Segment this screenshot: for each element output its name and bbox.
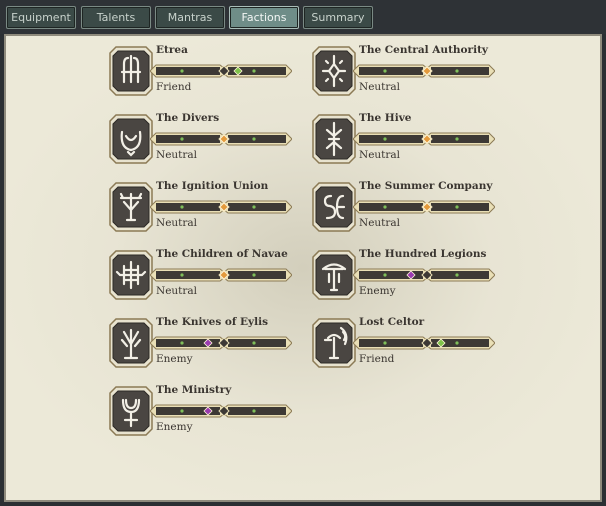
faction-entry-5[interactable]: The Ignition Union Neutral <box>108 180 298 240</box>
reputation-bar <box>150 268 292 282</box>
faction-standing: Friend <box>359 353 395 365</box>
faction-standing: Neutral <box>156 217 198 229</box>
faction-entry-9[interactable]: The Knives of Eylis Enemy <box>108 316 298 376</box>
tab-factions[interactable]: Factions <box>229 6 299 29</box>
reputation-bar <box>150 200 292 214</box>
faction-entry-6[interactable]: The Summer Company Neutral <box>311 180 501 240</box>
faction-name: Etrea <box>156 44 188 56</box>
faction-entry-7[interactable]: The Children of Navae Neutral <box>108 248 298 308</box>
faction-name: The Divers <box>156 112 220 124</box>
tab-talents[interactable]: Talents <box>81 6 151 29</box>
divers-emblem-icon <box>109 114 153 164</box>
faction-standing: Enemy <box>359 285 396 297</box>
faction-name: The Central Authority <box>359 44 489 56</box>
tab-summary[interactable]: Summary <box>303 6 373 29</box>
faction-entry-8[interactable]: The Hundred Legions Enemy <box>311 248 501 308</box>
faction-name: The Ministry <box>156 384 232 396</box>
faction-entry-4[interactable]: The Hive Neutral <box>311 112 501 172</box>
faction-standing: Friend <box>156 81 192 93</box>
faction-name: The Ignition Union <box>156 180 269 192</box>
faction-standing: Neutral <box>156 149 198 161</box>
reputation-bar <box>353 64 495 78</box>
reputation-bar <box>353 132 495 146</box>
faction-name: The Summer Company <box>359 180 493 192</box>
faction-entry-11[interactable]: The Ministry Enemy <box>108 384 298 444</box>
reputation-bar <box>353 200 495 214</box>
faction-entry-3[interactable]: The Divers Neutral <box>108 112 298 172</box>
faction-entry-1[interactable]: Etrea Friend <box>108 44 298 104</box>
tab-equipment[interactable]: Equipment <box>6 6 76 29</box>
faction-name: The Children of Navae <box>156 248 288 260</box>
knives-of-eylis-emblem-icon <box>109 318 153 368</box>
reputation-bar <box>150 336 292 350</box>
faction-standing: Neutral <box>359 81 401 93</box>
faction-name: The Knives of Eylis <box>156 316 269 328</box>
reputation-bar <box>353 268 495 282</box>
children-of-navae-emblem-icon <box>109 250 153 300</box>
factions-panel: Etrea Friend The Central Authority Neutr… <box>4 34 602 502</box>
reputation-bar <box>150 132 292 146</box>
tab-bar: Equipment Talents Mantras Factions Summa… <box>0 0 606 34</box>
faction-entry-2[interactable]: The Central Authority Neutral <box>311 44 501 104</box>
ministry-emblem-icon <box>109 386 153 436</box>
character-window: Equipment Talents Mantras Factions Summa… <box>0 0 606 506</box>
lost-celtor-emblem-icon <box>312 318 356 368</box>
reputation-bar <box>150 404 292 418</box>
faction-entry-10[interactable]: Lost Celtor Friend <box>311 316 501 376</box>
faction-standing: Enemy <box>156 353 193 365</box>
faction-standing: Neutral <box>359 149 401 161</box>
faction-standing: Neutral <box>156 285 198 297</box>
reputation-bar <box>150 64 292 78</box>
summer-company-emblem-icon <box>312 182 356 232</box>
tab-mantras[interactable]: Mantras <box>155 6 225 29</box>
faction-name: The Hive <box>359 112 412 124</box>
faction-name: Lost Celtor <box>359 316 425 328</box>
central-authority-emblem-icon <box>312 46 356 96</box>
hive-emblem-icon <box>312 114 356 164</box>
hundred-legions-emblem-icon <box>312 250 356 300</box>
faction-standing: Neutral <box>359 217 401 229</box>
faction-standing: Enemy <box>156 421 193 433</box>
etrea-emblem-icon <box>109 46 153 96</box>
faction-name: The Hundred Legions <box>359 248 487 260</box>
reputation-bar <box>353 336 495 350</box>
ignition-union-emblem-icon <box>109 182 153 232</box>
